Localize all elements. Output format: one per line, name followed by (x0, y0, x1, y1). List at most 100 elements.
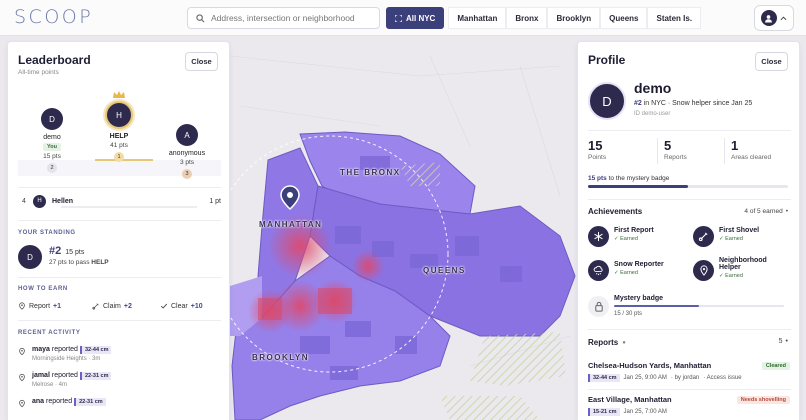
person-icon (760, 10, 777, 26)
earn-value: +2 (123, 302, 132, 310)
achievement-state: ✓ Earned (719, 236, 743, 242)
to-pass-name: HELP (91, 259, 109, 266)
stat-value: 15 (588, 138, 603, 153)
map-label-bronx: THE BRONX (340, 168, 401, 177)
profile-panel: Profile Close D demo #2 in NYC · Snow he… (577, 41, 800, 420)
all-nyc-button[interactable]: All NYC (386, 7, 445, 29)
location-pin-icon (693, 260, 714, 281)
report-date: Jan 25, 9:00 AM (623, 375, 667, 381)
stat-reports: 5 Reports (664, 138, 687, 161)
activity-item[interactable]: ana reported 22-31 cm (18, 398, 218, 408)
achievement-first-shovel[interactable]: First Shovel ✓ Earned (693, 226, 759, 247)
podium-points: 41 pts (110, 142, 128, 149)
achievement-neighborhood-helper[interactable]: Neighborhood Helper ✓ Earned (693, 256, 789, 281)
more-icon: • (785, 338, 788, 345)
earn-report: Report +1 (18, 302, 61, 310)
chevron-up-icon (780, 15, 787, 20)
search-box[interactable] (187, 7, 380, 29)
map-label-manhattan: MANHATTAN (259, 220, 323, 229)
profile-rank-line: #2 in NYC · Snow helper since Jan 25 (634, 100, 752, 107)
stat-label: Points (588, 154, 607, 161)
top-bar: SCOOP All NYC Manhattan Bronx Brooklyn Q… (0, 0, 806, 36)
rank-badge: 1 (114, 152, 124, 162)
activity-item[interactable]: maya reported 32-44 cm Morningside Height… (18, 346, 218, 362)
borough-brooklyn-button[interactable]: Brooklyn (547, 7, 601, 29)
cloud-snow-icon (588, 260, 609, 281)
report-meta: 32-44 cm Jan 25, 9:00 AM · by jordan · A… (588, 374, 790, 382)
achievement-first-report[interactable]: First Report ✓ Earned (588, 226, 654, 247)
borough-bronx-button[interactable]: Bronx (506, 7, 548, 29)
avatar: A (176, 124, 198, 146)
borough-queens-button[interactable]: Queens (600, 7, 648, 29)
podium-name: anonymous (168, 150, 206, 157)
achievements-count-block[interactable]: 4 of 5 earned • (744, 208, 788, 215)
search-input[interactable] (211, 13, 371, 23)
stat-value: 1 (731, 138, 739, 153)
row-progress-track (61, 206, 197, 208)
podium-second[interactable]: D demo You 15 pts 2 (30, 108, 74, 173)
user-menu-button[interactable] (754, 5, 794, 31)
mystery-pts: 15 pts (588, 175, 607, 182)
location-pin-icon (19, 347, 25, 356)
borough-manhattan-button[interactable]: Manhattan (448, 7, 507, 29)
podium-name: HELP (109, 133, 129, 140)
location-pin-icon (19, 302, 25, 310)
to-pass-text: 27 pts to pass (49, 259, 90, 266)
standing-rank-block: #2 15 pts (49, 245, 84, 257)
activity-verb: reported (51, 346, 78, 353)
achievement-title: Neighborhood Helper (719, 257, 767, 271)
avatar: H (33, 194, 46, 208)
report-date: Jan 25, 7:00 AM (623, 409, 667, 415)
earn-claim: Claim +2 (92, 302, 132, 310)
report-meta: 15-21 cm Jan 25, 7:00 AM (588, 408, 790, 416)
achievement-title: First Report (614, 227, 654, 234)
achievement-snow-reporter[interactable]: Snow Reporter ✓ Earned (588, 260, 664, 281)
profile-rank: #2 (634, 100, 642, 107)
activity-item[interactable]: jamal reported 22-31 cm Melrose · 4m (18, 372, 218, 388)
profile-title: Profile (588, 53, 626, 67)
podium-first[interactable]: H HELP 41 pts 1 (96, 90, 142, 162)
mystery-badge-progress-bar (614, 305, 784, 307)
map-label-queens: QUEENS (423, 266, 466, 275)
stat-divider (657, 138, 658, 164)
stat-value: 5 (664, 138, 672, 153)
avatar: H (105, 101, 133, 129)
app-logo[interactable]: SCOOP (14, 6, 93, 28)
mystery-text: to the mystery badge (608, 175, 670, 182)
lock-icon (588, 296, 609, 317)
activity-sub: Morningside Heights · 3m (32, 356, 101, 362)
earn-label: Claim (103, 302, 121, 310)
standing-rank: #2 (49, 245, 62, 257)
achievement-mystery-badge[interactable]: Mystery badge 15 / 30 pts (588, 294, 788, 317)
crown-icon (113, 91, 125, 98)
activity-user: maya (32, 346, 50, 353)
leaderboard-close-button[interactable]: Close (185, 52, 218, 71)
podium-points: 15 pts (43, 153, 61, 160)
reports-count-block[interactable]: 5 • (779, 338, 788, 345)
reports-count: 5 (778, 338, 783, 345)
report-item[interactable]: East Village, Manhattan Needs shovelling… (588, 395, 790, 416)
row-rank: 4 (22, 197, 26, 205)
report-by: · by jordan (670, 375, 700, 381)
divider (18, 277, 221, 278)
depth-chip: 32-44 cm (588, 374, 620, 382)
reports-dot: ● (622, 339, 626, 346)
mystery-progress-text: 15 pts to the mystery badge (588, 175, 669, 182)
leaderboard-title: Leaderboard (18, 53, 91, 67)
leaderboard-subtitle: All-time points (18, 69, 59, 76)
shovel-icon (693, 226, 714, 247)
standing-to-pass: 27 pts to pass HELP (49, 259, 109, 266)
borough-staten-island-button[interactable]: Staten Is. (647, 7, 702, 29)
divider (18, 187, 221, 188)
podium-third[interactable]: A anonymous 3 pts 3 (162, 124, 212, 179)
stat-label: Areas cleared (731, 154, 772, 161)
divider (588, 389, 791, 390)
earn-label: Report (29, 302, 51, 310)
achievements-heading: Achievements (588, 207, 643, 216)
stat-divider (724, 138, 725, 164)
standing-points: 15 pts (65, 249, 85, 256)
row-points: 1 pt (209, 197, 221, 205)
profile-close-button[interactable]: Close (755, 52, 788, 71)
divider (588, 329, 791, 330)
report-item[interactable]: Chelsea-Hudson Yards, Manhattan Cleared … (588, 361, 790, 382)
